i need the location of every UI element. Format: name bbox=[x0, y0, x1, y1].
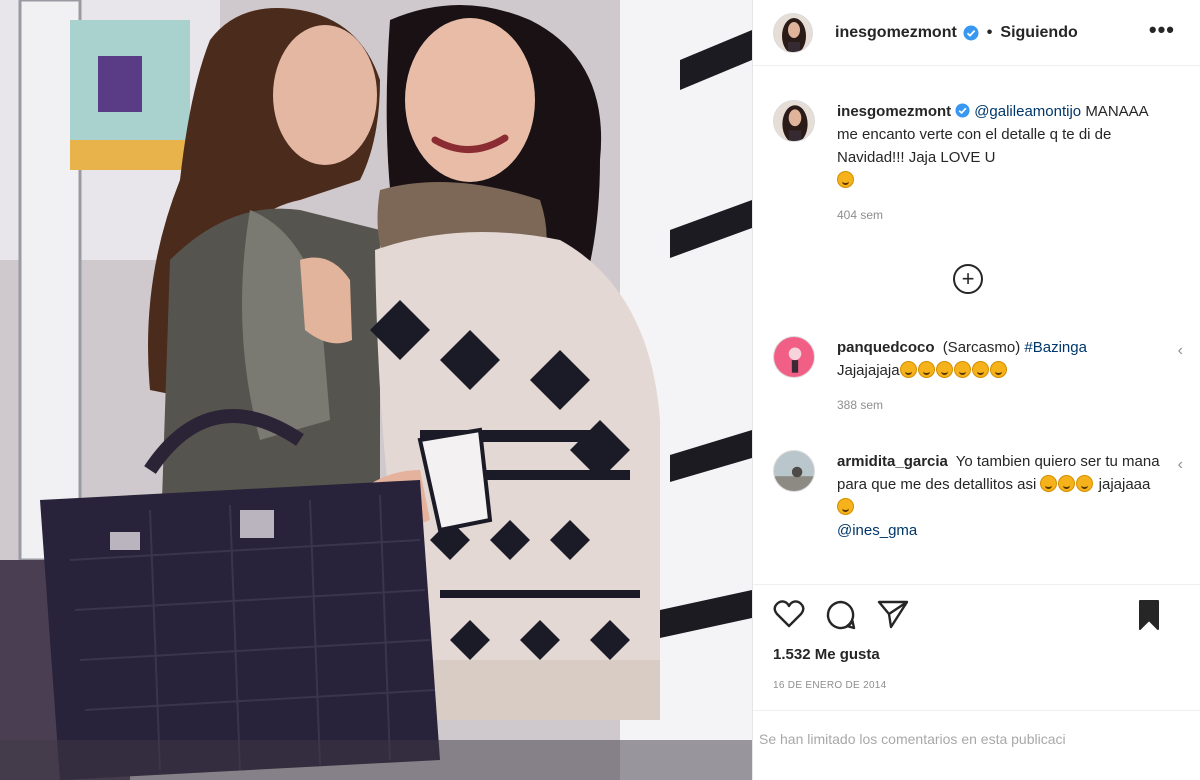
bookmark-icon[interactable] bbox=[1137, 599, 1161, 631]
comment-options-icon[interactable]: ‹ bbox=[1178, 456, 1183, 474]
load-more-comments-button[interactable]: + bbox=[953, 264, 983, 294]
verified-badge-icon bbox=[955, 103, 970, 118]
comment-item: panquedcoco (Sarcasmo) #Bazinga Jajajaja… bbox=[773, 336, 1183, 417]
author-avatar[interactable] bbox=[773, 12, 813, 53]
caption-mention-link[interactable]: @galileamontijo bbox=[974, 103, 1081, 120]
comment-mention-link[interactable]: @ines_gma bbox=[837, 522, 917, 539]
caption: inesgomezmont @galileamontijo MANAAA me e… bbox=[773, 100, 1183, 227]
comment-body: panquedcoco (Sarcasmo) #Bazinga Jajajaja… bbox=[837, 336, 1167, 417]
laughing-emoji-icon bbox=[1058, 475, 1076, 492]
grinning-emoji-icon bbox=[837, 171, 854, 188]
post-photo[interactable] bbox=[0, 0, 752, 780]
plus-icon: + bbox=[961, 266, 975, 291]
caption-username[interactable]: inesgomezmont bbox=[837, 103, 951, 120]
comment-item: armidita_garcia Yo tambien quiero ser tu… bbox=[773, 450, 1183, 542]
comment-body: armidita_garcia Yo tambien quiero ser tu… bbox=[837, 450, 1167, 542]
comment-options-icon[interactable]: ‹ bbox=[1178, 342, 1183, 360]
laughing-emoji-icon bbox=[935, 361, 953, 378]
laughing-emoji-icon bbox=[917, 361, 935, 378]
heart-icon[interactable] bbox=[773, 599, 805, 629]
post-sidebar: inesgomezmont • Siguiendo ••• inesgomezm… bbox=[752, 0, 1200, 780]
photo-image bbox=[0, 0, 752, 780]
laughing-emoji-icon bbox=[1076, 475, 1094, 492]
author-username[interactable]: inesgomezmont bbox=[835, 24, 957, 42]
laughing-emoji-icon bbox=[971, 361, 989, 378]
laughing-emoji-icon bbox=[953, 361, 971, 378]
tongue-emoji-icon bbox=[837, 498, 854, 515]
caption-avatar[interactable] bbox=[773, 100, 815, 142]
comment-text-after: Jajajajaja bbox=[837, 362, 900, 379]
laughing-emoji-icon bbox=[1040, 475, 1058, 492]
comment-text-after: jajajaaa bbox=[1098, 476, 1151, 493]
hashtag-link[interactable]: #Bazinga bbox=[1024, 339, 1087, 356]
laughing-emoji-icon bbox=[899, 361, 917, 378]
caption-body: inesgomezmont @galileamontijo MANAAA me e… bbox=[837, 100, 1167, 227]
caption-timestamp[interactable]: 404 sem bbox=[837, 204, 1167, 227]
laughing-emoji-icon bbox=[989, 361, 1007, 378]
comment-text: (Sarcasmo) bbox=[942, 339, 1021, 356]
more-options-icon[interactable]: ••• bbox=[1149, 19, 1175, 41]
comment-icon[interactable] bbox=[825, 599, 857, 631]
following-button[interactable]: Siguiendo bbox=[1000, 24, 1077, 42]
post-actions bbox=[753, 584, 1200, 644]
comments-list[interactable]: inesgomezmont @galileamontijo MANAAA me e… bbox=[753, 66, 1200, 584]
comments-limited-notice: Se han limitado los comentarios en esta … bbox=[753, 710, 1200, 780]
likes-count[interactable]: 1.532 Me gusta bbox=[773, 646, 880, 663]
commenter-avatar[interactable] bbox=[773, 336, 815, 378]
share-icon[interactable] bbox=[877, 599, 909, 629]
verified-badge-icon bbox=[963, 25, 979, 40]
post-date[interactable]: 16 DE ENERO DE 2014 bbox=[773, 680, 887, 691]
separator-dot: • bbox=[986, 23, 993, 41]
comment-username[interactable]: panquedcoco bbox=[837, 339, 935, 356]
post-header: inesgomezmont • Siguiendo ••• bbox=[753, 0, 1200, 66]
commenter-avatar[interactable] bbox=[773, 450, 815, 492]
comment-username[interactable]: armidita_garcia bbox=[837, 453, 948, 470]
comment-timestamp[interactable]: 388 sem bbox=[837, 394, 1167, 417]
